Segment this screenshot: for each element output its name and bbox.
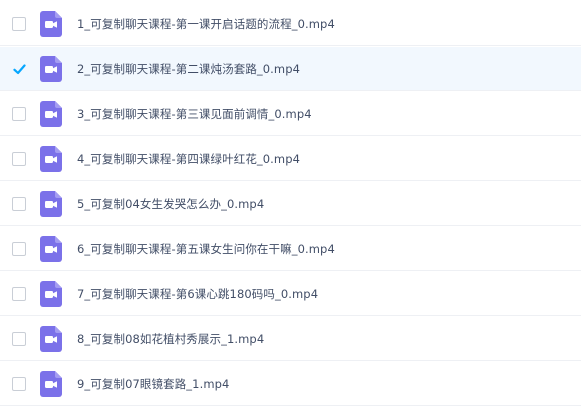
row-checkbox[interactable]: [12, 286, 26, 301]
file-name[interactable]: 9_可复制07眼镜套路_1.mp4: [77, 376, 229, 392]
video-file-icon: [40, 370, 62, 397]
row-checkbox[interactable]: [12, 241, 26, 256]
file-row[interactable]: 5_可复制04女生发哭怎么办_0.mp4: [0, 182, 581, 226]
file-row[interactable]: 1_可复制聊天课程-第一课开启话题的流程_0.mp4: [0, 2, 581, 46]
file-row[interactable]: 7_可复制聊天课程-第6课心跳180码吗_0.mp4: [0, 272, 581, 316]
file-row[interactable]: 2_可复制聊天课程-第二课炖汤套路_0.mp4: [0, 47, 581, 91]
file-name[interactable]: 7_可复制聊天课程-第6课心跳180码吗_0.mp4: [77, 286, 318, 302]
file-row[interactable]: 3_可复制聊天课程-第三课见面前调情_0.mp4: [0, 92, 581, 136]
video-file-icon: [40, 10, 62, 37]
file-name[interactable]: 3_可复制聊天课程-第三课见面前调情_0.mp4: [77, 106, 312, 122]
video-file-icon: [40, 325, 62, 352]
file-list: 1_可复制聊天课程-第一课开启话题的流程_0.mp4 2_可复制聊天课程-第二课炖…: [0, 0, 581, 410]
video-file-icon: [40, 55, 62, 82]
file-row[interactable]: 9_可复制07眼镜套路_1.mp4: [0, 362, 581, 406]
file-name[interactable]: 1_可复制聊天课程-第一课开启话题的流程_0.mp4: [77, 16, 335, 32]
file-row[interactable]: 8_可复制08如花植村秀展示_1.mp4: [0, 317, 581, 361]
video-file-icon: [40, 235, 62, 262]
video-file-icon: [40, 145, 62, 172]
video-file-icon: [40, 190, 62, 217]
video-file-icon: [40, 280, 62, 307]
file-name[interactable]: 4_可复制聊天课程-第四课绿叶红花_0.mp4: [77, 151, 300, 167]
row-checkbox[interactable]: [12, 62, 26, 76]
checkmark-icon: [13, 63, 26, 74]
row-checkbox[interactable]: [12, 331, 26, 346]
row-checkbox[interactable]: [12, 151, 26, 166]
file-name[interactable]: 6_可复制聊天课程-第五课女生问你在干嘛_0.mp4: [77, 241, 335, 257]
file-row[interactable]: 6_可复制聊天课程-第五课女生问你在干嘛_0.mp4: [0, 227, 581, 271]
row-checkbox[interactable]: [12, 376, 26, 391]
file-name[interactable]: 8_可复制08如花植村秀展示_1.mp4: [77, 331, 264, 347]
row-checkbox[interactable]: [12, 16, 26, 31]
file-name[interactable]: 2_可复制聊天课程-第二课炖汤套路_0.mp4: [77, 61, 300, 77]
video-file-icon: [40, 100, 62, 127]
row-checkbox[interactable]: [12, 196, 26, 211]
file-name[interactable]: 5_可复制04女生发哭怎么办_0.mp4: [77, 196, 264, 212]
row-checkbox[interactable]: [12, 106, 26, 121]
file-row[interactable]: 4_可复制聊天课程-第四课绿叶红花_0.mp4: [0, 137, 581, 181]
